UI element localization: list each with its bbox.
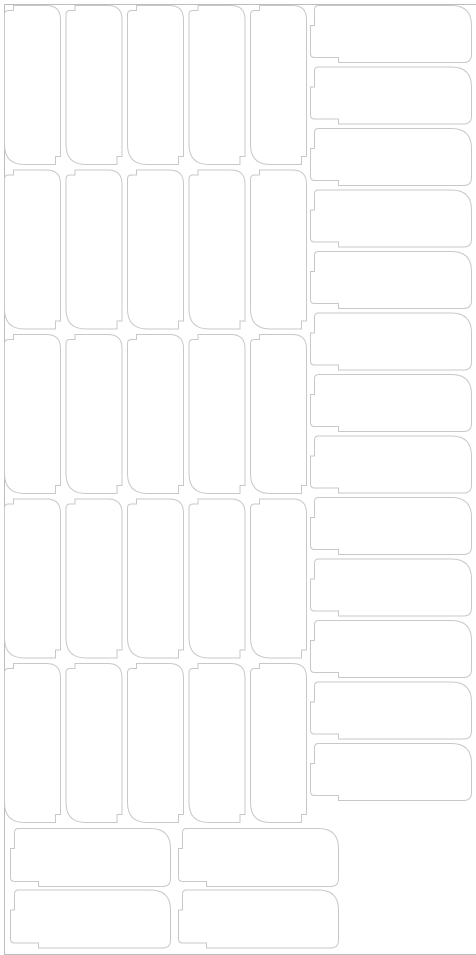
page-background <box>0 0 476 955</box>
label-sheet <box>0 0 476 955</box>
